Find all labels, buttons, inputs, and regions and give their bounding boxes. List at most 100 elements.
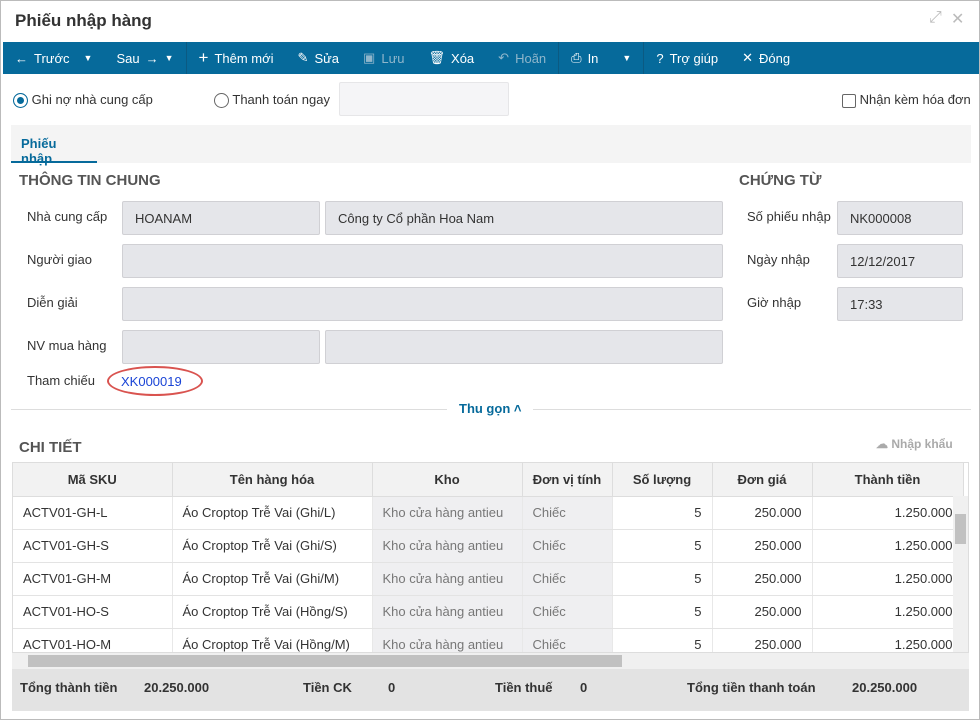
cell-quantity[interactable]: 5 bbox=[612, 595, 713, 629]
caret-down-icon[interactable]: ▼ bbox=[622, 53, 631, 63]
cell-amount[interactable]: 1.250.000 bbox=[812, 529, 964, 563]
delete-button[interactable]: 🗑 Xóa bbox=[417, 42, 487, 74]
table-row[interactable]: ACTV01-HO-S Áo Croptop Trễ Vai (Hồng/S) Kh… bbox=[13, 595, 964, 629]
buyer-label: NV mua hàng bbox=[27, 338, 107, 353]
note-input[interactable] bbox=[122, 287, 723, 321]
reference-link[interactable]: XK000019 bbox=[121, 374, 182, 389]
cell-price[interactable]: 250.000 bbox=[712, 562, 813, 596]
help-button[interactable]: ? Trợ giúp bbox=[644, 42, 730, 74]
cell-name[interactable]: Áo Croptop Trễ Vai (Hồng/S) bbox=[172, 595, 373, 629]
close-window-icon[interactable]: ✕ bbox=[951, 9, 964, 29]
cell-sku[interactable]: ACTV01-HO-S bbox=[13, 595, 173, 629]
help-label: Trợ giúp bbox=[669, 50, 719, 66]
cell-sku[interactable]: ACTV01-GH-M bbox=[13, 562, 173, 596]
maximize-icon[interactable]: ⤢ bbox=[929, 9, 942, 27]
print-button[interactable]: ⎙ In ▼ bbox=[559, 42, 643, 74]
cell-price[interactable]: 250.000 bbox=[712, 628, 813, 652]
cell-quantity[interactable]: 5 bbox=[612, 529, 713, 563]
edit-button[interactable]: ✎ Sửa bbox=[286, 42, 352, 74]
cell-sku[interactable]: ACTV01-HO-M bbox=[13, 628, 173, 652]
cell-sku[interactable]: ACTV01-GH-S bbox=[13, 529, 173, 563]
cell-warehouse[interactable]: Kho cửa hàng antieu bbox=[372, 562, 523, 596]
deliverer-input[interactable] bbox=[122, 244, 723, 278]
save-button[interactable]: ▣ Lưu bbox=[351, 42, 416, 74]
cell-price[interactable]: 250.000 bbox=[712, 595, 813, 629]
add-label: Thêm mới bbox=[214, 50, 274, 66]
scroll-thumb[interactable] bbox=[28, 655, 622, 667]
purchase-receipt-window: Phiếu nhập hàng ⤢ ✕ ← Trước ▼ Sau → ▼ + Thêm … bbox=[0, 0, 980, 720]
supplier-code-input[interactable]: HOANAM bbox=[122, 201, 320, 235]
caret-down-icon[interactable]: ▼ bbox=[84, 53, 93, 63]
debt-radio[interactable]: Ghi nợ nhà cung cấp bbox=[13, 92, 153, 109]
import-button[interactable]: ☁ Nhập khẩu bbox=[876, 437, 953, 451]
cell-unit[interactable]: Chiếc bbox=[522, 628, 613, 652]
col-amount[interactable]: Thành tiền bbox=[812, 463, 964, 497]
tab-receipt[interactable]: Phiếu nhập bbox=[11, 125, 97, 166]
cell-name[interactable]: Áo Croptop Trễ Vai (Ghi/M) bbox=[172, 562, 373, 596]
table-row[interactable]: ACTV01-GH-M Áo Croptop Trễ Vai (Ghi/M) Kho… bbox=[13, 562, 964, 596]
totals-bar: Tổng thành tiền 20.250.000 Tiền CK 0 Tiề… bbox=[12, 669, 969, 711]
cell-price[interactable]: 250.000 bbox=[712, 496, 813, 530]
cell-warehouse[interactable]: Kho cửa hàng antieu bbox=[372, 595, 523, 629]
cell-name[interactable]: Áo Croptop Trễ Vai (Ghi/L) bbox=[172, 496, 373, 530]
cell-unit[interactable]: Chiếc bbox=[522, 529, 613, 563]
time-input[interactable]: 17:33 bbox=[837, 287, 963, 321]
cell-price[interactable]: 250.000 bbox=[712, 529, 813, 563]
cell-name[interactable]: Áo Croptop Trễ Vai (Ghi/S) bbox=[172, 529, 373, 563]
discount-value: 0 bbox=[388, 680, 396, 695]
cell-unit[interactable]: Chiếc bbox=[522, 595, 613, 629]
date-input[interactable]: 12/12/2017 bbox=[837, 244, 963, 278]
cell-quantity[interactable]: 5 bbox=[612, 496, 713, 530]
undo-icon: ↶ bbox=[498, 50, 510, 65]
caret-down-icon[interactable]: ▼ bbox=[165, 53, 174, 63]
col-sku[interactable]: Mã SKU bbox=[13, 463, 173, 497]
cell-unit[interactable]: Chiếc bbox=[522, 562, 613, 596]
col-name[interactable]: Tên hàng hóa bbox=[172, 463, 373, 497]
close-button[interactable]: ✕ Đóng bbox=[730, 42, 802, 74]
supplier-name-input[interactable]: Công ty Cổ phần Hoa Nam bbox=[325, 201, 723, 235]
next-label: Sau bbox=[116, 50, 140, 66]
payment-method-field[interactable] bbox=[339, 82, 509, 116]
cell-warehouse[interactable]: Kho cửa hàng antieu bbox=[372, 628, 523, 652]
horizontal-scrollbar[interactable] bbox=[12, 653, 969, 669]
detail-grid: Mã SKU Tên hàng hóa Kho Đơn vị tính Số l… bbox=[12, 462, 969, 653]
collapse-button[interactable]: Thu gọn ˄ bbox=[447, 401, 534, 416]
plus-icon: + bbox=[198, 48, 209, 67]
tax-label: Tiền thuế bbox=[495, 680, 553, 695]
cell-warehouse[interactable]: Kho cửa hàng antieu bbox=[372, 529, 523, 563]
invoice-checkbox[interactable]: Nhận kèm hóa đơn bbox=[842, 92, 971, 108]
table-row[interactable]: ACTV01-HO-M Áo Croptop Trễ Vai (Hồng/M) Kh… bbox=[13, 628, 964, 652]
cell-warehouse[interactable]: Kho cửa hàng antieu bbox=[372, 496, 523, 530]
cell-sku[interactable]: ACTV01-GH-L bbox=[13, 496, 173, 530]
table-row[interactable]: ACTV01-GH-L Áo Croptop Trễ Vai (Ghi/L) Kho… bbox=[13, 496, 964, 530]
scroll-thumb[interactable] bbox=[955, 514, 966, 544]
col-warehouse[interactable]: Kho bbox=[372, 463, 523, 497]
buyer-name-input[interactable] bbox=[325, 330, 723, 364]
cell-amount[interactable]: 1.250.000 bbox=[812, 562, 964, 596]
cell-unit[interactable]: Chiếc bbox=[522, 496, 613, 530]
pay-now-radio[interactable]: Thanh toán ngay bbox=[214, 92, 330, 109]
delete-label: Xóa bbox=[451, 50, 475, 66]
voucher-no-input[interactable]: NK000008 bbox=[837, 201, 963, 235]
tax-value: 0 bbox=[580, 680, 588, 695]
cell-quantity[interactable]: 5 bbox=[612, 562, 713, 596]
col-unit[interactable]: Đơn vị tính bbox=[522, 463, 613, 497]
cell-quantity[interactable]: 5 bbox=[612, 628, 713, 652]
col-price[interactable]: Đơn giá bbox=[712, 463, 813, 497]
cell-amount[interactable]: 1.250.000 bbox=[812, 628, 964, 652]
col-quantity[interactable]: Số lượng bbox=[612, 463, 713, 497]
next-button[interactable]: Sau → ▼ bbox=[104, 42, 185, 74]
add-button[interactable]: + Thêm mới bbox=[187, 42, 286, 74]
prev-button[interactable]: ← Trước ▼ bbox=[3, 42, 104, 74]
cell-amount[interactable]: 1.250.000 bbox=[812, 496, 964, 530]
cell-amount[interactable]: 1.250.000 bbox=[812, 595, 964, 629]
undo-button[interactable]: ↶ Hoãn bbox=[486, 42, 558, 74]
voucher-no-label: Số phiếu nhập bbox=[747, 209, 831, 224]
table-row[interactable]: ACTV01-GH-S Áo Croptop Trễ Vai (Ghi/S) Kho… bbox=[13, 529, 964, 563]
vertical-scrollbar[interactable] bbox=[953, 496, 968, 652]
deliverer-label: Người giao bbox=[27, 252, 92, 267]
note-label: Diễn giải bbox=[27, 295, 78, 310]
reference-label: Tham chiếu bbox=[27, 373, 95, 388]
cell-name[interactable]: Áo Croptop Trễ Vai (Hồng/M) bbox=[172, 628, 373, 652]
buyer-code-input[interactable] bbox=[122, 330, 320, 364]
